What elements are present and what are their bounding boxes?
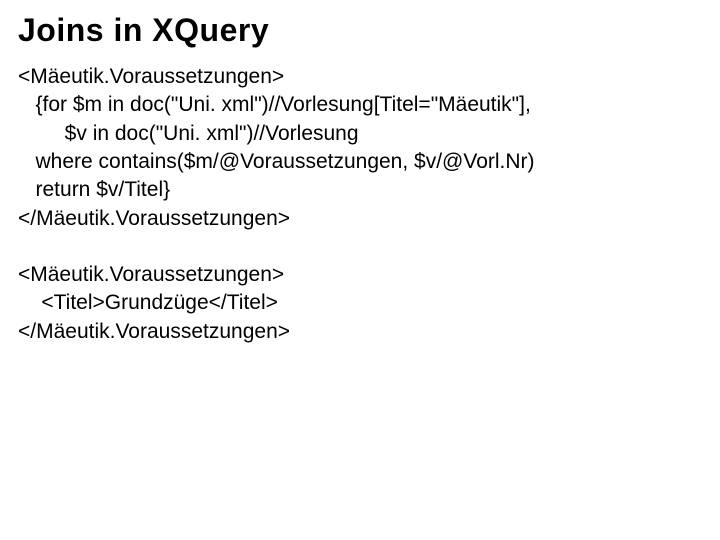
code-line: $v in doc("Uni. xml")//Vorlesung [18, 122, 359, 145]
code-line: <Mäeutik.Voraussetzungen> [18, 65, 284, 88]
code-line: return $v/Titel} [18, 178, 170, 201]
slide-title: Joins in XQuery [18, 12, 702, 49]
result-code-block: <Mäeutik.Voraussetzungen> <Titel>Grundzü… [18, 261, 702, 346]
xquery-code-block: <Mäeutik.Voraussetzungen> {for $m in doc… [18, 63, 702, 233]
code-line: {for $m in doc("Uni. xml")//Vorlesung[Ti… [18, 93, 531, 116]
slide: Joins in XQuery <Mäeutik.Voraussetzungen… [0, 0, 720, 392]
code-line: </Mäeutik.Voraussetzungen> [18, 207, 290, 230]
code-line: <Mäeutik.Voraussetzungen> [18, 263, 284, 286]
code-line: </Mäeutik.Voraussetzungen> [18, 320, 290, 343]
code-line: where contains($m/@Voraussetzungen, $v/@… [18, 150, 535, 173]
code-line: <Titel>Grundzüge</Titel> [18, 291, 278, 314]
